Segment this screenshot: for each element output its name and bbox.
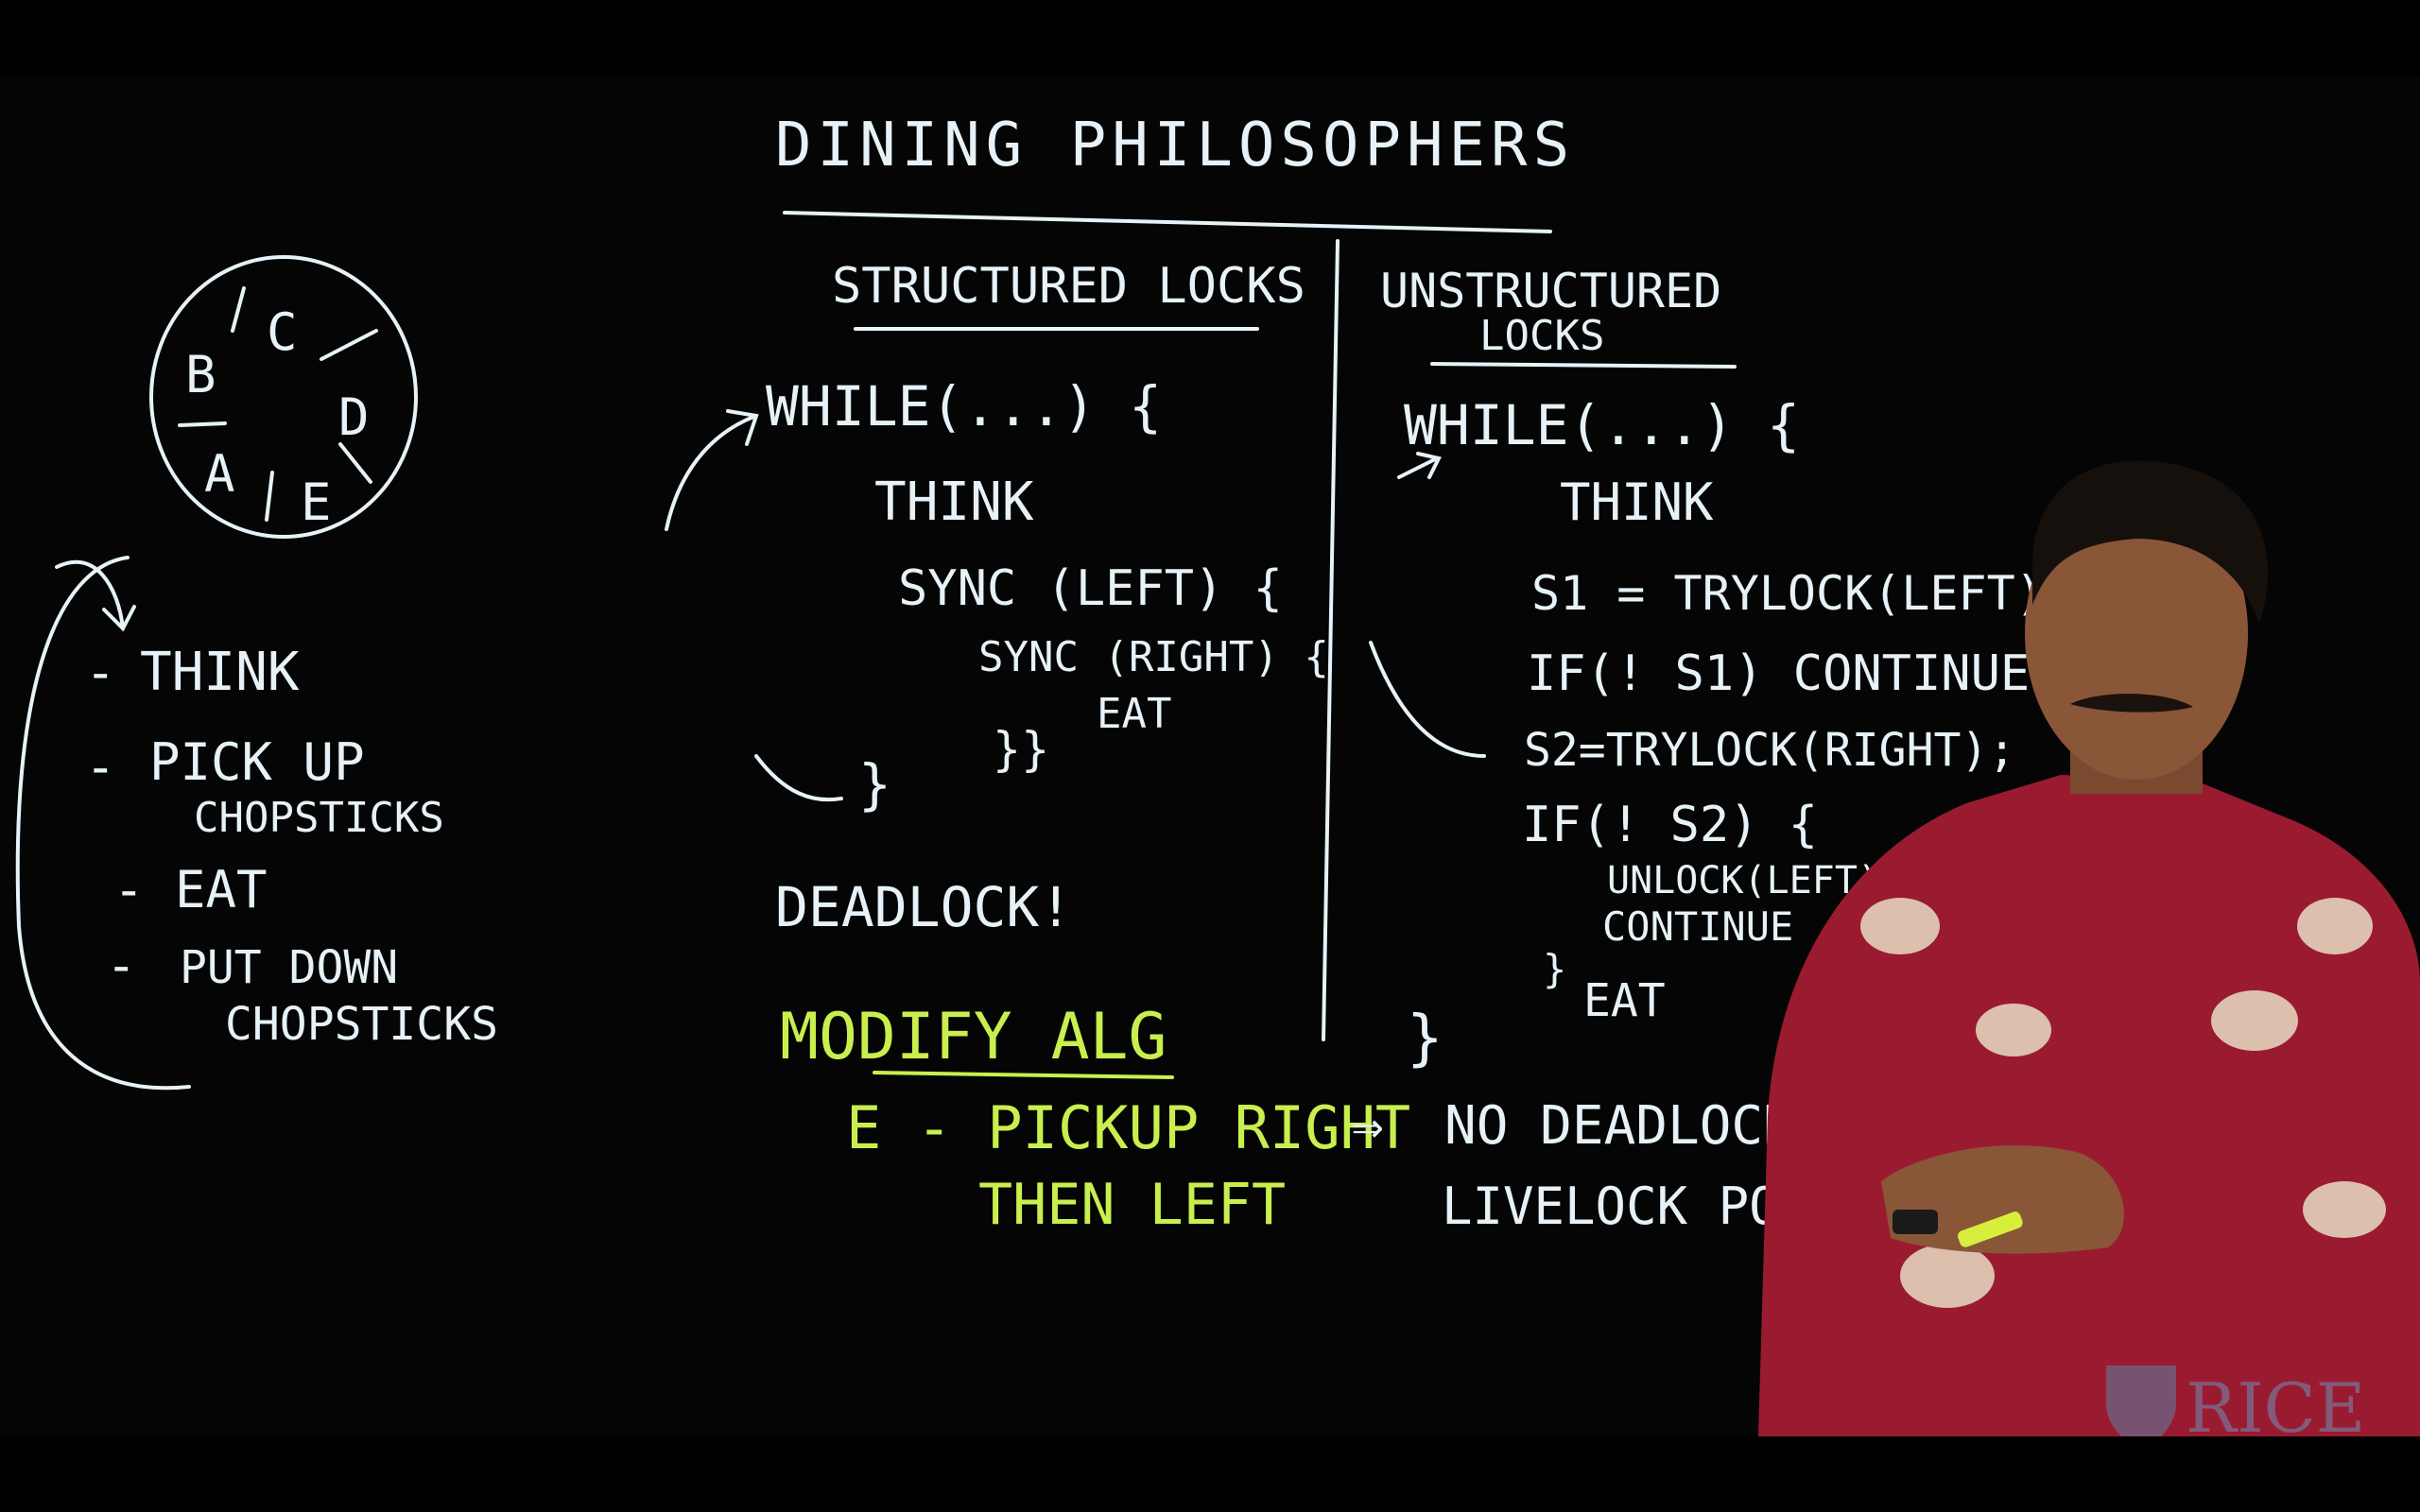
unstructured-unlock-left: UNLOCK(LEFT) bbox=[1607, 859, 1880, 902]
unstructured-continue: CONTINUE bbox=[1602, 903, 1793, 950]
lightboard: DINING PHILOSOPHERS B C D A E - THINK - … bbox=[15, 111, 2420, 1436]
modify-line-1: E - PICKUP RIGHT bbox=[846, 1093, 1410, 1162]
philosopher-d: D bbox=[338, 387, 370, 447]
philosopher-e: E bbox=[301, 472, 332, 532]
structured-close-inner: }} bbox=[993, 722, 1049, 777]
structured-while: WHILE(...) { bbox=[766, 374, 1162, 438]
modify-heading: MODIFY ALG bbox=[780, 1000, 1167, 1074]
step-pick-up-chopsticks: CHOPSTICKS bbox=[194, 794, 444, 842]
unstructured-loop-return bbox=[1369, 641, 1486, 758]
structured-sync-left: SYNC (LEFT) { bbox=[898, 560, 1283, 617]
chopstick-mark bbox=[231, 286, 246, 333]
result-arrow: ⇒ bbox=[1352, 1095, 1384, 1157]
structured-sync-right: SYNC (RIGHT) { bbox=[978, 633, 1329, 681]
unstructured-trylock-right: S2=TRYLOCK(RIGHT); bbox=[1524, 724, 2015, 777]
philosopher-steps: - THINK - PICK UP CHOPSTICKS - EAT - PUT… bbox=[85, 642, 498, 1051]
result-no-deadlock: NO DEADLOCK bbox=[1444, 1095, 1795, 1157]
philosopher-c: C bbox=[267, 302, 298, 362]
unstructured-while: WHILE(...) { bbox=[1404, 393, 1800, 457]
step-put-down: PUT DOWN bbox=[180, 941, 398, 994]
structured-close-outer: } bbox=[858, 752, 891, 816]
unstructured-close-outer: } bbox=[1407, 1004, 1443, 1074]
structured-locks-column: STRUCTURED LOCKS WHILE(...) { THINK SYNC… bbox=[665, 258, 1329, 939]
dining-table-diagram: B C D A E bbox=[149, 255, 418, 539]
unstructured-eat: EAT bbox=[1583, 974, 1666, 1027]
svg-text:-: - bbox=[85, 737, 116, 797]
letterbox-bottom bbox=[0, 1436, 2420, 1512]
modify-algorithm: MODIFY ALG E - PICKUP RIGHT THEN LEFT bbox=[780, 1000, 1410, 1238]
board-title: DINING PHILOSOPHERS bbox=[775, 111, 1575, 180]
rice-logo-watermark: RICE bbox=[2106, 1366, 2365, 1436]
step-think: THINK bbox=[140, 642, 300, 703]
loop-arrow bbox=[15, 556, 191, 1091]
svg-text:-: - bbox=[106, 936, 137, 995]
step-eat: EAT bbox=[175, 860, 268, 919]
structured-think: THINK bbox=[874, 472, 1034, 533]
chopstick-mark bbox=[320, 329, 378, 361]
presenter-watch bbox=[1893, 1210, 1938, 1234]
unstructured-heading: UNSTRUCTURED bbox=[1380, 264, 1721, 318]
chopstick-mark bbox=[338, 442, 372, 484]
svg-text:-: - bbox=[113, 860, 145, 919]
unstructured-trylock-left: S1 = TRYLOCK(LEFT) bbox=[1531, 566, 2044, 621]
structured-loop-return bbox=[754, 754, 843, 802]
step-pick-up: PICK UP bbox=[149, 732, 365, 792]
structured-eat: EAT bbox=[1097, 690, 1171, 738]
chopstick-mark bbox=[178, 421, 227, 427]
unstructured-think: THINK bbox=[1560, 472, 1714, 532]
philosopher-a: A bbox=[204, 444, 235, 504]
unstructured-if-s1: IF(! S1) CONTINUE; bbox=[1527, 645, 2060, 702]
unstructured-underline bbox=[1430, 362, 1737, 369]
structured-heading: STRUCTURED LOCKS bbox=[832, 258, 1305, 315]
modify-line-2: THEN LEFT bbox=[978, 1172, 1286, 1238]
rice-shield-icon bbox=[2106, 1366, 2176, 1436]
step-put-down-chopsticks: CHOPSTICKS bbox=[225, 998, 498, 1051]
unstructured-heading-locks: LOCKS bbox=[1479, 312, 1604, 360]
svg-text:-: - bbox=[85, 643, 116, 702]
chopstick-mark bbox=[265, 471, 274, 522]
title-underline bbox=[783, 211, 1552, 233]
letterbox-top bbox=[0, 0, 2420, 76]
philosopher-b: B bbox=[185, 345, 216, 404]
structured-loop-arrow bbox=[665, 409, 759, 531]
deadlock-label: DEADLOCK! bbox=[775, 875, 1072, 939]
unstructured-if-s2: IF(! S2) { bbox=[1522, 797, 1818, 853]
rice-watermark-text: RICE bbox=[2186, 1368, 2365, 1436]
unstructured-close-inner: } bbox=[1543, 946, 1566, 992]
video-frame: DINING PHILOSOPHERS B C D A E - THINK - … bbox=[0, 76, 2420, 1436]
